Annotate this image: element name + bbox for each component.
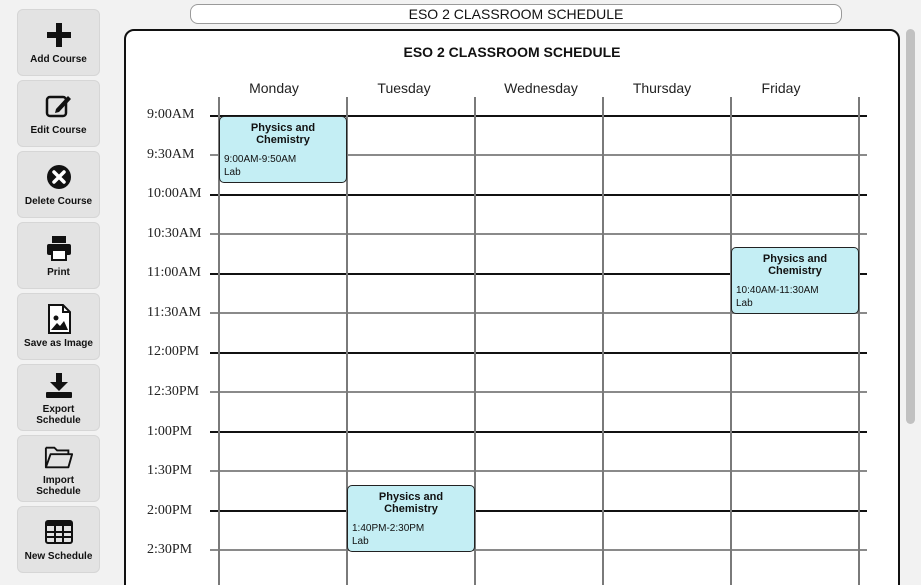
delete-icon <box>44 162 74 192</box>
time-label: 9:30AM <box>147 147 195 162</box>
grid-line-half <box>210 233 867 235</box>
grid-line-half <box>210 549 867 551</box>
day-header-wednesday: Wednesday <box>504 80 578 96</box>
save-as-image-label: Save as Image <box>24 338 93 349</box>
print-label: Print <box>47 267 70 278</box>
import-schedule-button[interactable]: Import Schedule <box>17 435 100 502</box>
export-schedule-label: Export Schedule <box>36 404 81 426</box>
grid-icon <box>44 517 74 547</box>
save-as-image-button[interactable]: Save as Image <box>17 293 100 360</box>
grid-line-half <box>210 391 867 393</box>
time-label: 1:30PM <box>147 463 193 478</box>
day-header-friday: Friday <box>761 80 801 96</box>
download-icon <box>44 371 74 401</box>
time-label: 1:00PM <box>147 424 193 439</box>
plus-icon <box>44 20 74 50</box>
add-course-button[interactable]: Add Course <box>17 9 100 76</box>
course-room: Lab <box>352 536 369 547</box>
course-name: Physics and Chemistry <box>250 122 316 146</box>
time-label: 11:00AM <box>147 265 201 280</box>
folder-icon <box>44 442 74 472</box>
new-schedule-button[interactable]: New Schedule <box>17 506 100 573</box>
delete-course-label: Delete Course <box>24 196 93 207</box>
course-room: Lab <box>736 298 753 309</box>
time-label: 10:00AM <box>147 186 202 201</box>
course-room: Lab <box>224 167 241 178</box>
grid-line-hour <box>210 194 867 196</box>
new-schedule-label: New Schedule <box>24 551 93 562</box>
time-label: 12:30PM <box>147 384 200 399</box>
image-icon <box>44 304 74 334</box>
time-label: 9:00AM <box>147 107 195 122</box>
edit-icon <box>44 91 74 121</box>
grid-line-hour <box>210 431 867 433</box>
course-time: 10:40AM-11:30AM <box>736 285 819 296</box>
print-button[interactable]: Print <box>17 222 100 289</box>
add-course-label: Add Course <box>30 54 87 65</box>
grid-line-hour <box>210 510 867 512</box>
course-block-monday[interactable]: Physics and Chemistry 9:00AM-9:50AM Lab <box>219 116 347 183</box>
time-label: 10:30AM <box>147 226 202 241</box>
edit-course-label: Edit Course <box>30 125 87 136</box>
export-schedule-button[interactable]: Export Schedule <box>17 364 100 431</box>
day-header-tuesday: Tuesday <box>377 80 431 96</box>
schedule-name-field[interactable]: ESO 2 CLASSROOM SCHEDULE <box>190 4 842 24</box>
time-label: 12:00PM <box>147 344 200 359</box>
grid-line-hour <box>210 352 867 354</box>
day-header-thursday: Thursday <box>632 80 692 96</box>
edit-course-button[interactable]: Edit Course <box>17 80 100 147</box>
course-time: 9:00AM-9:50AM <box>224 154 297 165</box>
day-header-monday: Monday <box>249 80 299 96</box>
grid-line-vertical <box>858 97 860 585</box>
course-name: Physics and Chemistry <box>378 491 444 515</box>
grid-line-vertical <box>730 97 732 585</box>
time-label: 2:30PM <box>147 542 193 557</box>
print-icon <box>44 233 74 263</box>
grid-line-half <box>210 470 867 472</box>
course-name: Physics and Chemistry <box>762 253 828 277</box>
time-label: 11:30AM <box>147 305 201 320</box>
grid-line-vertical <box>602 97 604 585</box>
course-block-friday[interactable]: Physics and Chemistry 10:40AM-11:30AM Lab <box>731 247 859 314</box>
time-label: 2:00PM <box>147 503 193 518</box>
scrollbar-thumb[interactable] <box>906 29 915 424</box>
import-schedule-label: Import Schedule <box>36 475 81 497</box>
course-block-tuesday[interactable]: Physics and Chemistry 1:40PM-2:30PM Lab <box>347 485 475 552</box>
course-time: 1:40PM-2:30PM <box>352 523 425 534</box>
schedule-title: ESO 2 CLASSROOM SCHEDULE <box>403 44 621 60</box>
delete-course-button[interactable]: Delete Course <box>17 151 100 218</box>
